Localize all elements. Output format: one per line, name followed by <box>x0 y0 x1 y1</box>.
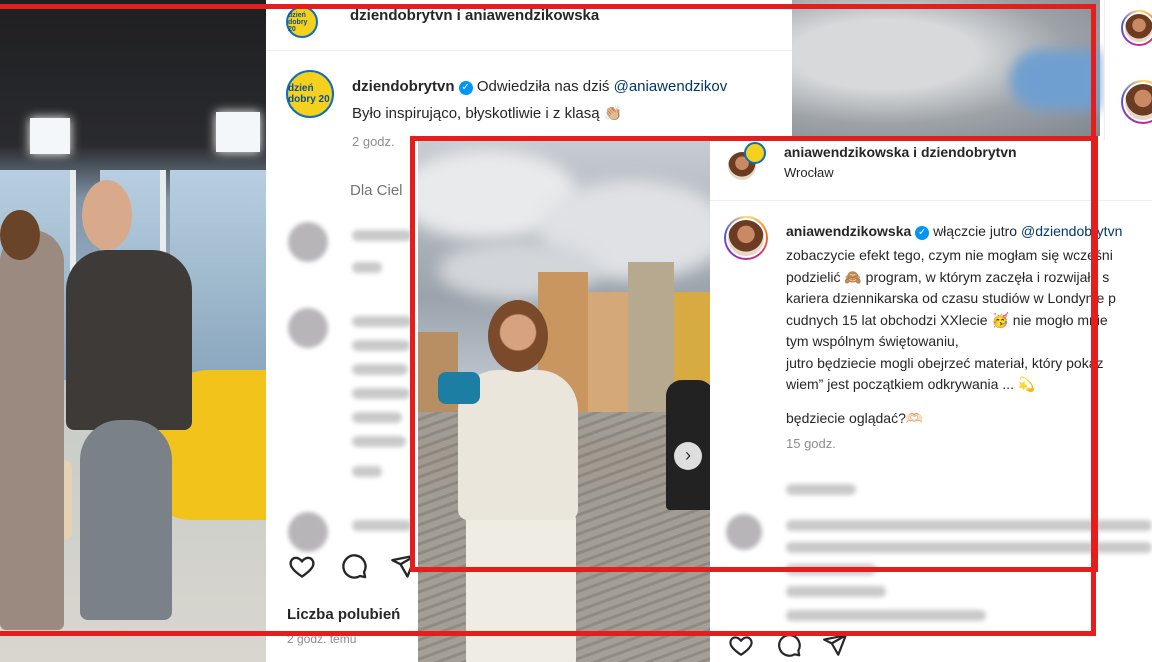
post-front-time: 15 godz. <box>786 436 836 451</box>
chevron-right-icon[interactable]: › <box>674 442 702 470</box>
comment-text <box>786 520 1152 531</box>
comment-text <box>352 364 408 375</box>
comment-text <box>352 388 410 399</box>
comment-avatar <box>288 222 328 262</box>
comment-meta <box>786 610 986 621</box>
author-avatar[interactable]: dzień dobry 20 <box>286 70 334 118</box>
post-front-panel: › aniawendzikowska i dziendobrytvn Wrocł… <box>410 140 1152 662</box>
comment-meta <box>786 484 856 495</box>
caption-mention[interactable]: @aniawendzikov <box>614 78 728 95</box>
share-icon[interactable] <box>822 632 848 658</box>
verified-badge-icon: ✓ <box>458 81 473 95</box>
post-back-header: dzień dobry 20 dziendobrytvn i aniawendz… <box>266 0 806 51</box>
caption-text: włączcie jutro <box>933 223 1021 239</box>
author-avatar[interactable] <box>724 216 768 260</box>
comment-text <box>786 564 876 575</box>
comment-avatar <box>726 514 762 550</box>
post-back-time: 2 godz. <box>352 134 395 149</box>
avatar-text: dzień dobry 20 <box>288 83 330 105</box>
caption-line: podzielić 🙈 program, w którym zaczęła i … <box>786 268 1110 285</box>
caption-mention[interactable]: @dziendobrytvn <box>1021 223 1122 239</box>
post-front-details: aniawendzikowska i dziendobrytvn Wrocław… <box>710 140 1152 662</box>
comment-text <box>352 230 412 241</box>
comment-text <box>352 520 412 531</box>
caption-text: Odwiedziła nas dziś <box>476 78 614 95</box>
comment-text <box>352 316 412 327</box>
caption-line: tym wspólnym świętowaniu, <box>786 333 959 349</box>
comment-text <box>352 436 406 447</box>
caption-line: kariera dziennikarska od czasu studiów w… <box>786 290 1116 306</box>
heart-icon[interactable] <box>728 632 754 658</box>
side-avatar[interactable] <box>1121 80 1152 124</box>
caption-line-2: Było inspirująco, błyskotliwie i z klasą… <box>352 105 623 122</box>
verified-badge-icon: ✓ <box>915 226 930 240</box>
background-photo-sky <box>792 0 1100 136</box>
caption-question: będziecie oglądać?🫶🏻 <box>786 410 924 426</box>
location-label[interactable]: Wrocław <box>784 165 834 180</box>
caption-line: cudnych 15 lat obchodzi XXlecie 🥳 nie mo… <box>786 311 1108 328</box>
side-avatar[interactable] <box>1121 10 1152 46</box>
caption-line: jutro będziecie mogli obejrzeć materiał,… <box>786 354 1104 371</box>
heart-icon[interactable] <box>288 552 316 580</box>
for-you-label: Dla Ciel <box>350 182 403 199</box>
author-username[interactable]: aniawendzikowska <box>786 223 911 239</box>
comment-text <box>352 412 402 423</box>
comment-text <box>352 340 410 351</box>
author-username[interactable]: dziendobrytvn <box>352 78 455 95</box>
comment-icon[interactable] <box>776 632 802 658</box>
caption-line: zobaczycie efekt tego, czym nie mogłam s… <box>786 247 1113 263</box>
avatar-text: dzień dobry 20 <box>288 11 308 33</box>
post-front-header: aniawendzikowska i dziendobrytvn Wrocław <box>710 140 1152 201</box>
comment-avatar <box>288 308 328 348</box>
comment-meta <box>352 262 382 273</box>
comment-icon[interactable] <box>340 552 368 580</box>
dziendobry-avatar[interactable]: dzień dobry 20 <box>286 6 318 38</box>
post-back-header-users[interactable]: dziendobrytvn i aniawendzikowska <box>350 7 599 24</box>
comment-text <box>786 586 886 597</box>
collab-avatar-small[interactable] <box>744 142 766 164</box>
side-strip <box>1104 0 1152 140</box>
post-front-header-users[interactable]: aniawendzikowska i dziendobrytvn <box>784 144 1017 160</box>
post-front-photo[interactable]: › <box>418 140 710 662</box>
post-front-caption: aniawendzikowska ✓ włączcie jutro @dzien… <box>786 223 1122 240</box>
post-back-photo <box>0 0 266 662</box>
post-back-caption: dziendobrytvn ✓ Odwiedziła nas dziś @ani… <box>352 78 727 95</box>
comment-meta <box>352 466 382 477</box>
comment-text <box>786 542 1152 553</box>
caption-line: wiem” jest początkiem odkrywania ... 💫 <box>786 376 1036 392</box>
comment-avatar <box>288 512 328 552</box>
likes-label[interactable]: Liczba polubień <box>287 606 400 623</box>
post-back-footer-time: 2 godz. temu <box>287 632 357 646</box>
caption-body: zobaczycie efekt tego, czym nie mogłam s… <box>786 245 1116 396</box>
